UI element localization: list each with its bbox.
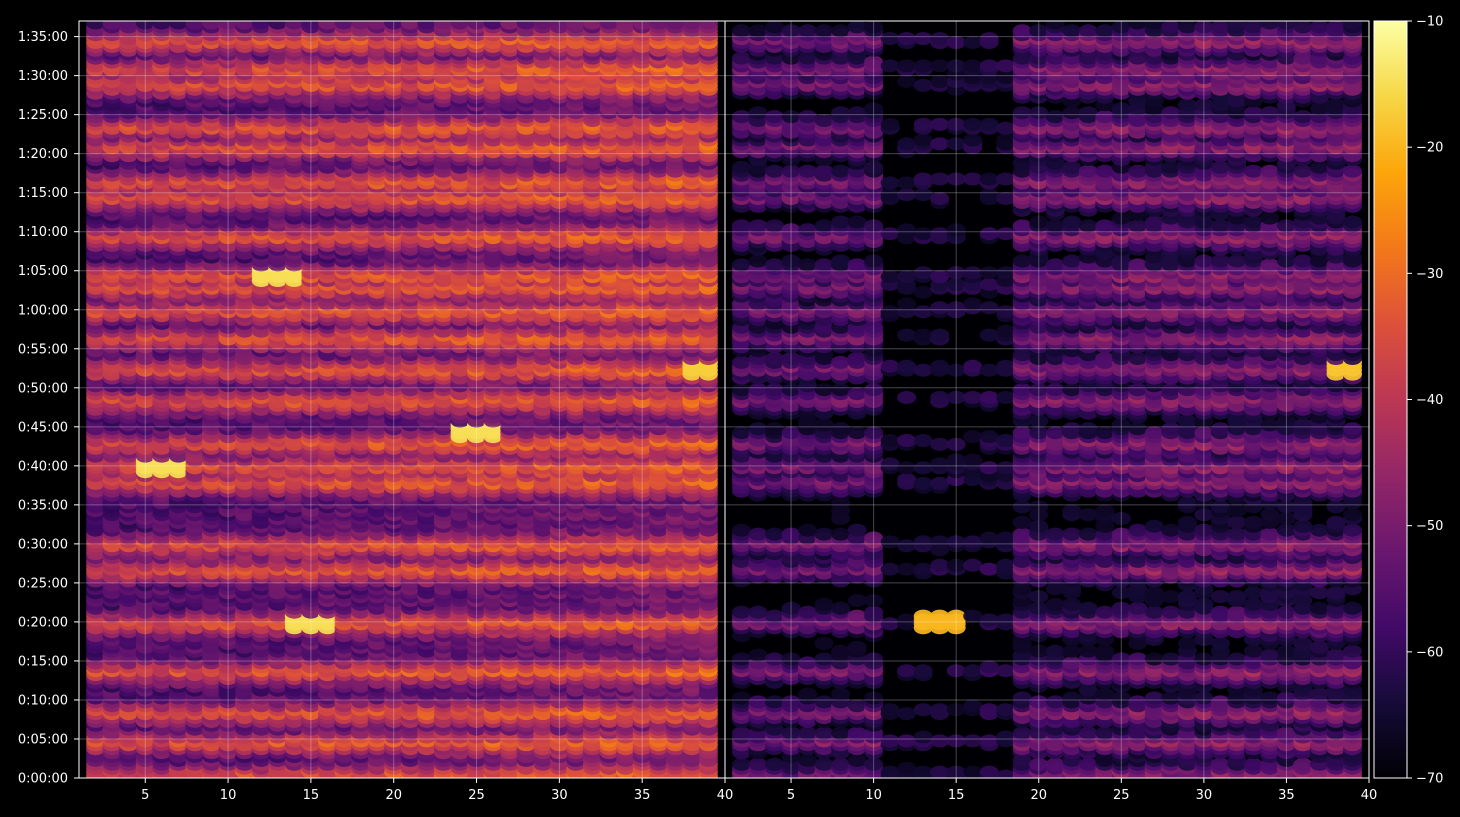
heatmap-cell	[251, 21, 271, 30]
left-panel-cells	[86, 21, 718, 778]
heatmap-cell	[367, 21, 387, 30]
heatmap-cell	[202, 21, 221, 30]
heatmap-cell	[168, 21, 188, 30]
heatmap-cell	[334, 21, 354, 30]
heatmap-cell	[102, 21, 122, 30]
heatmap-cell	[86, 21, 106, 30]
heatmap-cell	[284, 21, 304, 30]
heatmap-cell	[450, 21, 470, 30]
heatmap-cell	[483, 21, 503, 30]
heatmap-cell	[268, 21, 288, 30]
heatmap-cell	[119, 21, 139, 30]
heatmap-cell	[152, 21, 172, 30]
heatmap-cell	[185, 21, 205, 30]
heatmap-cell	[433, 21, 453, 30]
heatmap-chart: 0:00:000:05:000:10:000:15:000:20:000:25:…	[18, 15, 1444, 804]
heatmap-cell	[400, 21, 420, 30]
heatmap-cell	[351, 21, 371, 30]
heatmap-cell	[318, 21, 337, 30]
heatmap-cell	[417, 21, 437, 30]
heatmap-cell	[235, 21, 255, 30]
